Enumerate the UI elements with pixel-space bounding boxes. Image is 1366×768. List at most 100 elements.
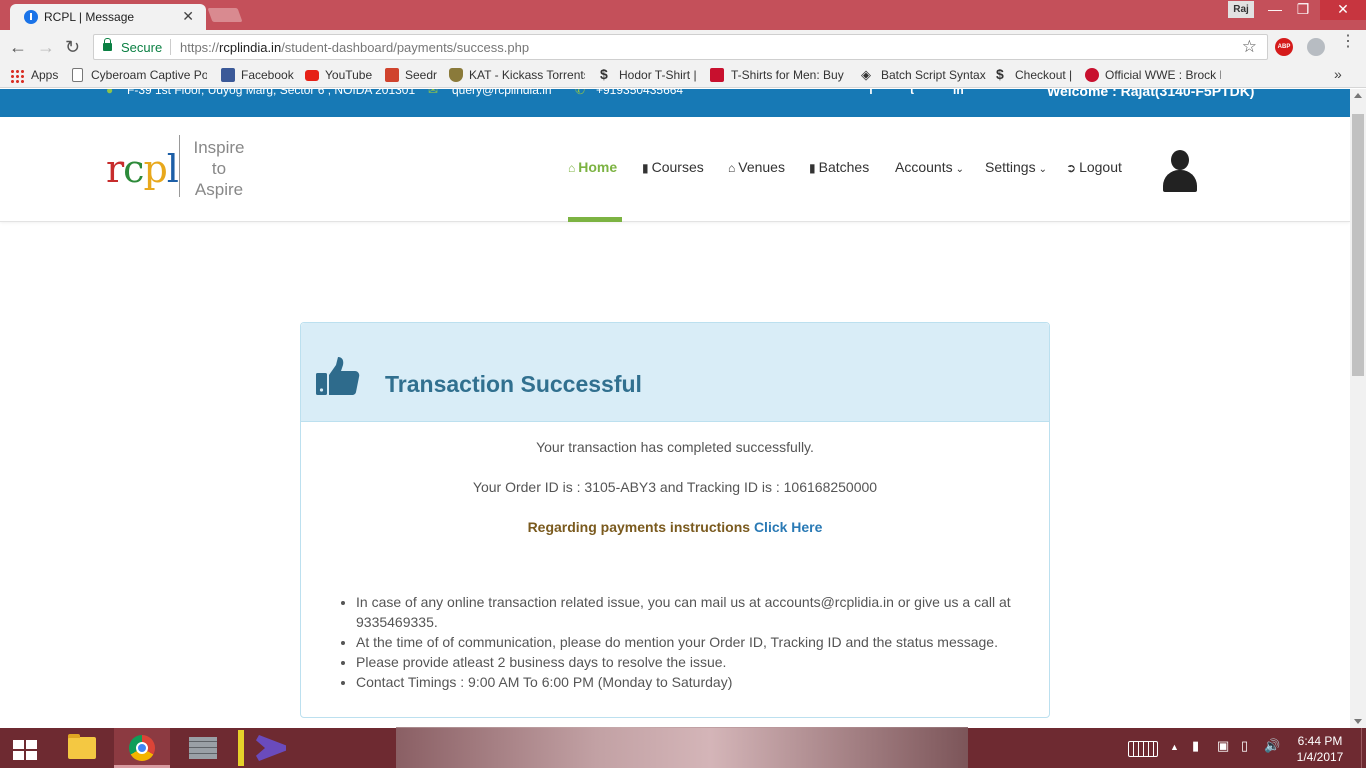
facebook-social-icon[interactable]: f	[869, 89, 873, 97]
linkedin-social-icon[interactable]: in	[953, 89, 964, 97]
user-avatar-icon[interactable]	[1163, 150, 1197, 192]
wwe-icon	[1085, 68, 1099, 82]
secure-label: Secure	[121, 40, 163, 55]
tab-close-icon[interactable]: ✕	[182, 8, 194, 25]
twitter-social-icon[interactable]: t	[910, 89, 914, 97]
logo-divider	[179, 135, 180, 197]
taskbar-background-strip	[396, 728, 968, 768]
page-icon	[72, 68, 83, 82]
rcpl-logo[interactable]: rcpl	[106, 147, 179, 191]
signal-icon[interactable]: ▮	[1192, 738, 1199, 754]
bookmark-kat[interactable]: KAT - Kickass Torrents	[469, 68, 585, 82]
book-icon: ▮	[642, 161, 649, 175]
bookmark-batch-script[interactable]: Batch Script Syntax	[881, 68, 986, 82]
new-tab-button[interactable]	[207, 8, 243, 22]
contact-bar: ● F-39 1st Floor, Udyog Marg, Sector 6 ,…	[0, 89, 1350, 117]
tray-overflow-icon[interactable]: ▲	[1170, 742, 1179, 752]
windows-taskbar: ▲ ▮ ▣ ▯ 🔊 6:44 PM 1/4/2017	[0, 728, 1366, 768]
chrome-menu-icon[interactable]: ⋮	[1340, 34, 1356, 50]
extension-icon[interactable]	[1307, 38, 1325, 56]
tshirt-site-icon	[710, 68, 724, 82]
kat-shield-icon	[449, 68, 463, 82]
success-message: Your transaction has completed successfu…	[536, 439, 814, 455]
battery-icon[interactable]: ▯	[1241, 738, 1248, 754]
page-scrollbar[interactable]	[1350, 89, 1366, 728]
bookmark-seedr[interactable]: Seedr	[405, 68, 437, 82]
adblock-extension-icon[interactable]: ABP	[1275, 38, 1293, 56]
network-icon[interactable]: ▣	[1217, 738, 1229, 754]
phone-icon: ✆	[575, 89, 586, 97]
bookmark-cyberoam[interactable]: Cyberoam Captive Po	[91, 68, 207, 82]
bookmark-wwe[interactable]: Official WWE : Brock L	[1105, 68, 1221, 82]
nav-settings[interactable]: Settings ⌄	[985, 159, 1050, 175]
home-icon: ⌂	[728, 161, 736, 175]
nav-home[interactable]: ⌂ Home	[568, 159, 617, 175]
chevron-down-icon: ⌄	[955, 164, 964, 175]
show-desktop-button[interactable]	[1361, 728, 1366, 768]
lock-icon	[103, 38, 112, 51]
minimize-button[interactable]: —	[1260, 0, 1290, 20]
maximize-button[interactable]: ❐	[1288, 0, 1318, 20]
contact-phone: +919350435664	[596, 89, 684, 97]
more-bookmarks-icon[interactable]: »	[1334, 66, 1342, 82]
nav-logout[interactable]: ➲ Logout	[1066, 159, 1122, 175]
bookmark-apps[interactable]: Apps	[31, 68, 58, 82]
nav-venues[interactable]: ⌂ Venues	[728, 159, 785, 175]
url-text[interactable]: https://rcplindia.in/student-dashboard/p…	[180, 40, 529, 55]
bookmarks-bar: Apps Cyberoam Captive Po Facebook YouTub…	[0, 64, 1366, 88]
welcome-text: Welcome : Rajat(3140-F5PTDK)	[1047, 89, 1255, 99]
keyboard-icon[interactable]	[1128, 741, 1158, 757]
bookmark-checkout[interactable]: Checkout |	[1015, 68, 1072, 82]
panel-title: Transaction Successful	[385, 371, 642, 397]
scroll-down-icon[interactable]	[1354, 719, 1362, 724]
contact-email[interactable]: query@rcplindia.in	[452, 89, 552, 97]
taskbar-chrome[interactable]	[114, 728, 170, 768]
envelope-icon: ✉	[428, 89, 439, 97]
address-bar[interactable]: Secure https://rcplindia.in/student-dash…	[93, 34, 1268, 60]
apps-grid-icon	[10, 69, 24, 83]
clock-date: 1/4/2017	[1296, 750, 1344, 764]
list-item: Please provide atleast 2 business days t…	[356, 652, 1016, 672]
visual-studio-icon	[256, 735, 286, 761]
payment-instructions-label: Regarding payments instructions	[527, 519, 751, 535]
list-item: At the time of of communication, please …	[356, 632, 1016, 652]
url-separator	[170, 39, 171, 55]
start-button[interactable]	[0, 728, 48, 768]
bookmark-tshirts[interactable]: T-Shirts for Men: Buy	[731, 68, 845, 82]
browser-toolbar: ← → ↻ Secure https://rcplindia.in/studen…	[0, 30, 1366, 64]
shopify-s-icon: $	[996, 66, 1004, 82]
volume-icon[interactable]: 🔊	[1264, 738, 1280, 754]
url-host: rcplindia.in	[219, 40, 282, 55]
click-here-link[interactable]: Click Here	[754, 519, 822, 535]
url-scheme: https://	[180, 40, 220, 55]
scroll-thumb[interactable]	[1352, 114, 1364, 376]
chrome-icon	[129, 735, 155, 761]
home-icon: ⌂	[568, 161, 576, 175]
close-window-button[interactable]: ✕	[1320, 0, 1366, 20]
taskbar-clock[interactable]: 6:44 PM 1/4/2017	[1290, 733, 1350, 765]
youtube-icon	[305, 70, 319, 81]
browser-tab[interactable]: RCPL | Message ✕	[10, 4, 206, 30]
bookmark-youtube[interactable]: YouTube	[325, 68, 372, 82]
bookmark-star-icon[interactable]: ☆	[1242, 37, 1257, 57]
windows-logo-icon	[13, 740, 37, 760]
taskbar-visual-studio[interactable]	[244, 728, 300, 768]
taskbar-file-explorer[interactable]	[52, 728, 108, 768]
map-marker-icon: ●	[106, 89, 114, 97]
profile-button[interactable]: Raj	[1228, 1, 1254, 18]
panel-header: Transaction Successful	[301, 323, 1049, 422]
page-viewport: ● F-39 1st Floor, Udyog Marg, Sector 6 ,…	[0, 89, 1350, 728]
nav-courses[interactable]: ▮ Courses	[642, 159, 704, 175]
list-item: Contact Timings : 9:00 AM To 6:00 PM (Mo…	[356, 672, 1016, 692]
taskbar-app-bricks[interactable]	[174, 728, 230, 768]
nav-batches[interactable]: ▮ Batches	[809, 159, 869, 175]
forward-arrow-icon[interactable]: →	[37, 37, 55, 58]
scroll-up-icon[interactable]	[1354, 93, 1362, 98]
thumbs-up-icon	[316, 357, 360, 395]
bookmark-hodor[interactable]: Hodor T-Shirt |	[619, 68, 697, 82]
reload-icon[interactable]: ↻	[65, 37, 80, 58]
back-arrow-icon[interactable]: ←	[9, 37, 27, 58]
bookmark-facebook[interactable]: Facebook	[241, 68, 294, 82]
nav-accounts[interactable]: Accounts ⌄	[895, 159, 967, 175]
main-navbar: rcpl Inspire to Aspire ⌂ Home ▮ Courses ⌂ V…	[0, 117, 1350, 222]
